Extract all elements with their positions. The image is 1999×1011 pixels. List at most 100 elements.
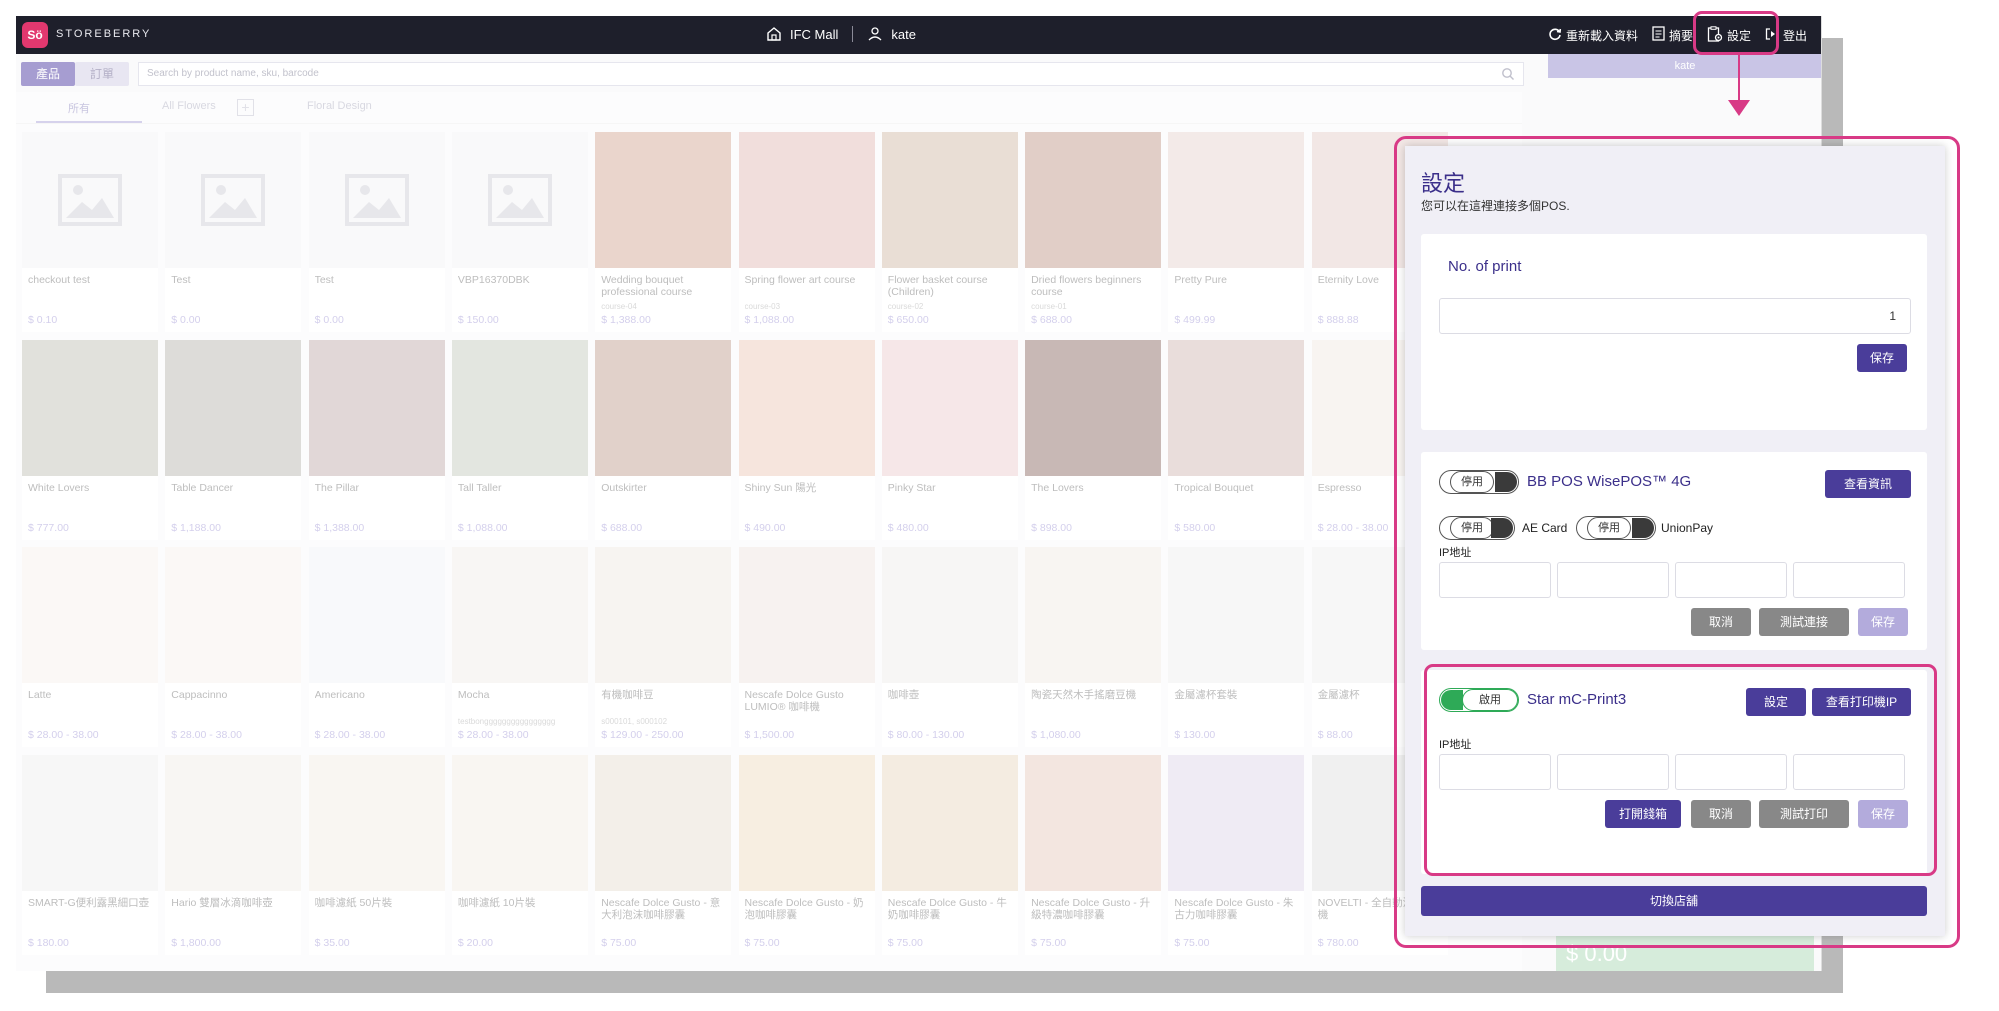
print-count-save-button[interactable]: 保存: [1857, 344, 1907, 372]
product-card[interactable]: Nescafe Dolce Gusto - 朱古力咖啡膠囊 $ 75.00: [1168, 754, 1305, 955]
product-price: $ 88.00: [1317, 729, 1353, 741]
bbpos-ip-octet-4[interactable]: [1793, 562, 1905, 598]
bbpos-cancel-button[interactable]: 取消: [1691, 608, 1751, 636]
product-card[interactable]: Americano $ 28.00 - 38.00: [308, 547, 445, 747]
bbpos-ip-octet-2[interactable]: [1557, 562, 1669, 598]
tab-all[interactable]: 所有: [68, 100, 90, 116]
product-name: SMART-G便利露黑細口壺: [28, 896, 150, 909]
product-card[interactable]: Tropical Bouquet $ 580.00: [1168, 339, 1305, 540]
unionpay-toggle-label: 停用: [1587, 517, 1631, 539]
product-card[interactable]: SMART-G便利露黑細口壺 $ 180.00: [22, 754, 158, 955]
product-card[interactable]: checkout test $ 0.10: [22, 132, 158, 332]
product-card[interactable]: 咖啡壺 $ 80.00 - 130.00: [881, 547, 1018, 747]
print-count-input[interactable]: 1: [1439, 298, 1911, 334]
bbpos-test-connection-button[interactable]: 測試連接: [1759, 608, 1849, 636]
product-price: $ 1,088.00: [457, 521, 508, 534]
product-card[interactable]: Nescafe Dolce Gusto - 奶泡咖啡膠囊 $ 75.00: [738, 754, 875, 955]
product-name: Wedding bouquet professional course: [601, 274, 693, 298]
product-sku: testbongggggggggggggggg: [457, 717, 556, 726]
product-card[interactable]: Pretty Pure $ 499.99: [1168, 132, 1305, 332]
switch-store-button[interactable]: 切換店舖: [1421, 886, 1927, 916]
product-card[interactable]: 金屬濾杯套裝 $ 130.00: [1168, 547, 1305, 747]
search-icon[interactable]: [1501, 67, 1515, 90]
add-category-button[interactable]: +: [237, 99, 254, 116]
search-input[interactable]: Search by product name, sku, barcode: [138, 62, 1524, 86]
product-image: [451, 547, 588, 683]
unionpay-toggle[interactable]: 停用: [1576, 516, 1656, 540]
product-name: Tropical Bouquet: [1174, 481, 1254, 494]
product-card[interactable]: 陶瓷天然木手搖磨豆機 $ 1,080.00: [1025, 547, 1162, 747]
product-card[interactable]: Dried flowers beginners course course-01 $…: [1025, 132, 1162, 332]
panel-subtitle: 您可以在這裡連接多個POS.: [1421, 199, 1570, 213]
product-card[interactable]: Latte $ 28.00 - 38.00: [22, 547, 158, 747]
product-card[interactable]: Nescafe Dolce Gusto - 牛奶咖啡膠囊 $ 75.00: [881, 754, 1018, 955]
product-price: $ 0.10: [28, 314, 58, 326]
product-price: $ 777.00: [28, 521, 69, 534]
product-price: $ 1,080.00: [1031, 729, 1081, 741]
product-card[interactable]: Test $ 0.00: [165, 132, 302, 332]
store-user-info: IFC Mall kate: [766, 26, 916, 42]
product-card[interactable]: 咖啡濾紙 50片裝 $ 35.00: [308, 754, 445, 955]
product-card[interactable]: Flower basket course (Children) course-02…: [881, 132, 1018, 332]
products-tab[interactable]: 產品: [21, 62, 75, 86]
product-name: The Lovers: [1031, 481, 1084, 494]
store-name[interactable]: IFC Mall: [790, 27, 838, 42]
bbpos-ip-octet-1[interactable]: [1439, 562, 1551, 598]
bbpos-save-button[interactable]: 保存: [1858, 608, 1908, 636]
product-card[interactable]: Spring flower art course course-03 $ 1,088…: [738, 132, 875, 332]
product-name: Pretty Pure: [1174, 274, 1227, 286]
product-card[interactable]: Hario 雙層冰滴咖啡壺 $ 1,800.00: [165, 754, 302, 955]
product-image: [738, 339, 875, 476]
product-name: Nescafe Dolce Gusto - 意大利泡沫咖啡膠囊: [601, 896, 721, 921]
image-placeholder-icon: [451, 132, 588, 268]
product-price: $ 130.00: [1174, 729, 1216, 741]
product-card[interactable]: Pinky Star $ 480.00: [881, 339, 1018, 540]
tab-floral-design[interactable]: Floral Design: [307, 100, 372, 112]
product-name: Test: [314, 274, 334, 286]
product-card[interactable]: The Pillar $ 1,388.00: [308, 339, 445, 540]
product-name: Dried flowers beginners course: [1031, 274, 1142, 298]
product-card[interactable]: Nescafe Dolce Gusto - 升級特濃咖啡膠囊 $ 75.00: [1025, 754, 1162, 955]
product-card[interactable]: Test $ 0.00: [308, 132, 445, 332]
product-card[interactable]: Mocha testbongggggggggggggggg $ 28.00 - 38…: [451, 547, 588, 747]
product-price: $ 28.00 - 38.00: [457, 729, 529, 741]
product-card[interactable]: Nescafe Dolce Gusto LUMIO® 咖啡機 $ 1,500.00: [738, 547, 875, 747]
product-name: Nescafe Dolce Gusto - 朱古力咖啡膠囊: [1174, 896, 1294, 921]
image-placeholder-icon: [22, 132, 158, 268]
tab-all-flowers[interactable]: All Flowers: [162, 100, 216, 112]
product-card[interactable]: Nescafe Dolce Gusto - 意大利泡沫咖啡膠囊 $ 75.00: [595, 754, 732, 955]
summary-button[interactable]: 摘要: [1652, 26, 1693, 44]
product-card[interactable]: White Lovers $ 777.00: [22, 339, 158, 540]
product-image: [1025, 132, 1162, 268]
reload-data-button[interactable]: 重新載入資料: [1548, 27, 1638, 44]
product-price: $ 888.88: [1317, 314, 1359, 326]
product-card[interactable]: Outskirter $ 688.00: [595, 339, 732, 540]
bbpos-toggle-label: 停用: [1450, 471, 1494, 493]
product-card[interactable]: 咖啡濾紙 10片裝 $ 20.00: [451, 754, 588, 955]
document-icon: [1652, 26, 1665, 44]
product-image: [451, 754, 588, 891]
bbpos-ip-octet-3[interactable]: [1675, 562, 1787, 598]
product-sku: course-04: [601, 302, 637, 311]
product-card[interactable]: VBP16370DBK $ 150.00: [451, 132, 588, 332]
bbpos-enable-toggle[interactable]: 停用: [1439, 470, 1519, 494]
product-card[interactable]: Cappacinno $ 28.00 - 38.00: [165, 547, 302, 747]
product-card[interactable]: Tall Taller $ 1,088.00: [451, 339, 588, 540]
product-card[interactable]: 有機咖啡豆 s000101, s000102 $ 129.00 - 250.00: [595, 547, 732, 747]
ae-card-toggle[interactable]: 停用: [1439, 516, 1515, 540]
product-card[interactable]: Table Dancer $ 1,188.00: [165, 339, 302, 540]
product-name: White Lovers: [28, 481, 90, 494]
bbpos-info-button[interactable]: 查看資訊: [1825, 470, 1911, 498]
bbpos-ip-label: IP地址: [1439, 547, 1472, 559]
product-price: $ 75.00: [744, 936, 780, 949]
product-name: 咖啡濾紙 10片裝: [457, 896, 536, 909]
product-price: $ 75.00: [1174, 936, 1210, 949]
callout-arrow-icon: [1728, 100, 1750, 116]
product-name: VBP16370DBK: [457, 274, 530, 286]
product-price: $ 898.00: [1031, 521, 1072, 534]
product-card[interactable]: The Lovers $ 898.00: [1025, 339, 1162, 540]
user-name[interactable]: kate: [891, 27, 916, 42]
product-card[interactable]: Shiny Sun 陽光 $ 490.00: [738, 339, 875, 540]
product-card[interactable]: Wedding bouquet professional course cours…: [595, 132, 732, 332]
orders-tab[interactable]: 訂單: [75, 62, 129, 86]
